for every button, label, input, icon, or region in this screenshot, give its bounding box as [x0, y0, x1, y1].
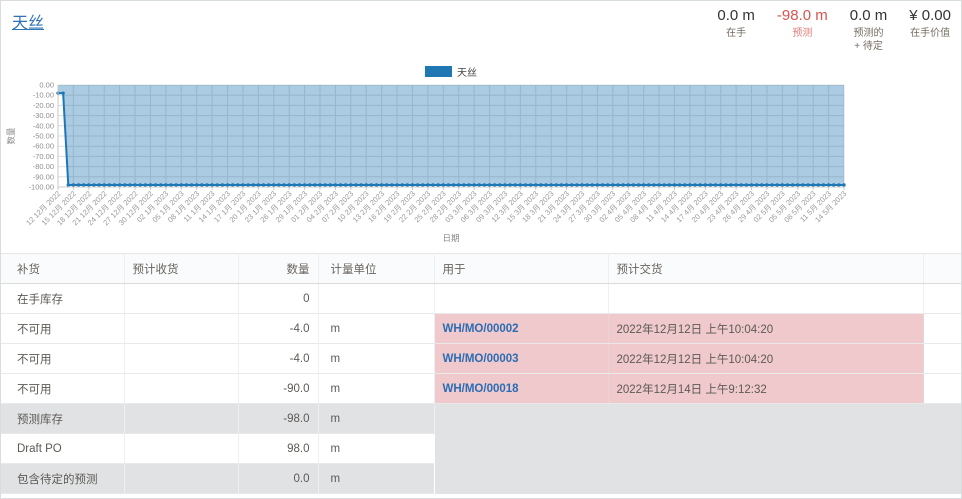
svg-text:-80.00: -80.00: [33, 162, 54, 171]
stat-on-hand-valuation: ¥ 0.00 在手价值: [909, 7, 951, 53]
stat-on-hand-valuation-value: ¥ 0.00: [909, 7, 951, 24]
svg-text:-100.00: -100.00: [29, 183, 54, 192]
table-row: 在手库存0: [1, 284, 962, 314]
stat-on-hand: 0.0 m 在手: [717, 7, 755, 53]
stat-forecast-pending-value: 0.0 m: [850, 7, 888, 24]
legend-label: 天丝: [457, 64, 477, 79]
table-row: 不可用-90.0mWH/MO/000182022年12月14日 上午9:12:3…: [1, 374, 962, 404]
svg-text:0.00: 0.00: [39, 81, 54, 90]
column-header-uom: 计量单位: [318, 254, 434, 284]
stat-forecast-value: -98.0 m: [777, 7, 828, 24]
table-row: 预测库存-98.0m: [1, 404, 962, 434]
svg-text:-60.00: -60.00: [33, 142, 54, 151]
column-header-used-in: 用于: [434, 254, 608, 284]
svg-text:-70.00: -70.00: [33, 152, 54, 161]
stat-on-hand-label: 在手: [717, 28, 755, 41]
stat-forecast-pending: 0.0 m 预测的 + 待定: [850, 7, 888, 53]
table-header-row: 补货 预计收货 数量 计量单位 用于 预计交货: [1, 254, 962, 284]
stat-on-hand-valuation-label: 在手价值: [909, 28, 951, 41]
column-header-empty: [923, 254, 962, 284]
svg-text:数量: 数量: [6, 127, 16, 145]
product-title-link[interactable]: 天丝: [12, 9, 44, 33]
forecast-report-page: 天丝 0.0 m 在手 -98.0 m 预测 0.0 m 预测的 + 待定 ¥ …: [0, 0, 962, 499]
column-header-scheduled-receipt: 预计收货: [124, 254, 238, 284]
mo-link[interactable]: WH/MO/00002: [443, 323, 519, 335]
svg-text:-30.00: -30.00: [33, 111, 54, 120]
mo-link[interactable]: WH/MO/00018: [443, 383, 519, 395]
table-empty-area: [434, 404, 962, 494]
stat-forecast-pending-label: 预测的 + 待定: [850, 28, 888, 53]
svg-text:-90.00: -90.00: [33, 172, 54, 181]
stat-forecast: -98.0 m 预测: [777, 7, 828, 53]
stats-row: 0.0 m 在手 -98.0 m 预测 0.0 m 预测的 + 待定 ¥ 0.0…: [717, 7, 951, 53]
svg-text:-10.00: -10.00: [33, 91, 54, 100]
mo-link[interactable]: WH/MO/00003: [443, 353, 519, 365]
column-header-quantity: 数量: [238, 254, 318, 284]
column-header-expected-delivery: 预计交货: [608, 254, 923, 284]
forecast-area-chart: 0.00-10.00-20.00-30.00-40.00 -50.00-60.00…: [1, 79, 962, 251]
table-row: 不可用-4.0mWH/MO/000032022年12月12日 上午10:04:2…: [1, 344, 962, 374]
table-row: 不可用-4.0mWH/MO/000022022年12月12日 上午10:04:2…: [1, 314, 962, 344]
column-header-replenishment: 补货: [1, 254, 124, 284]
svg-text:-40.00: -40.00: [33, 121, 54, 130]
svg-text:-20.00: -20.00: [33, 101, 54, 110]
forecast-table: 补货 预计收货 数量 计量单位 用于 预计交货 在手库存0不可用-4.0mWH/…: [1, 253, 962, 494]
svg-text:日期: 日期: [442, 233, 459, 243]
stat-forecast-label: 预测: [777, 28, 828, 41]
chart-legend-item[interactable]: 天丝: [1, 64, 901, 79]
stat-on-hand-value: 0.0 m: [717, 7, 755, 24]
legend-color-swatch: [425, 66, 452, 77]
svg-text:-50.00: -50.00: [33, 132, 54, 141]
